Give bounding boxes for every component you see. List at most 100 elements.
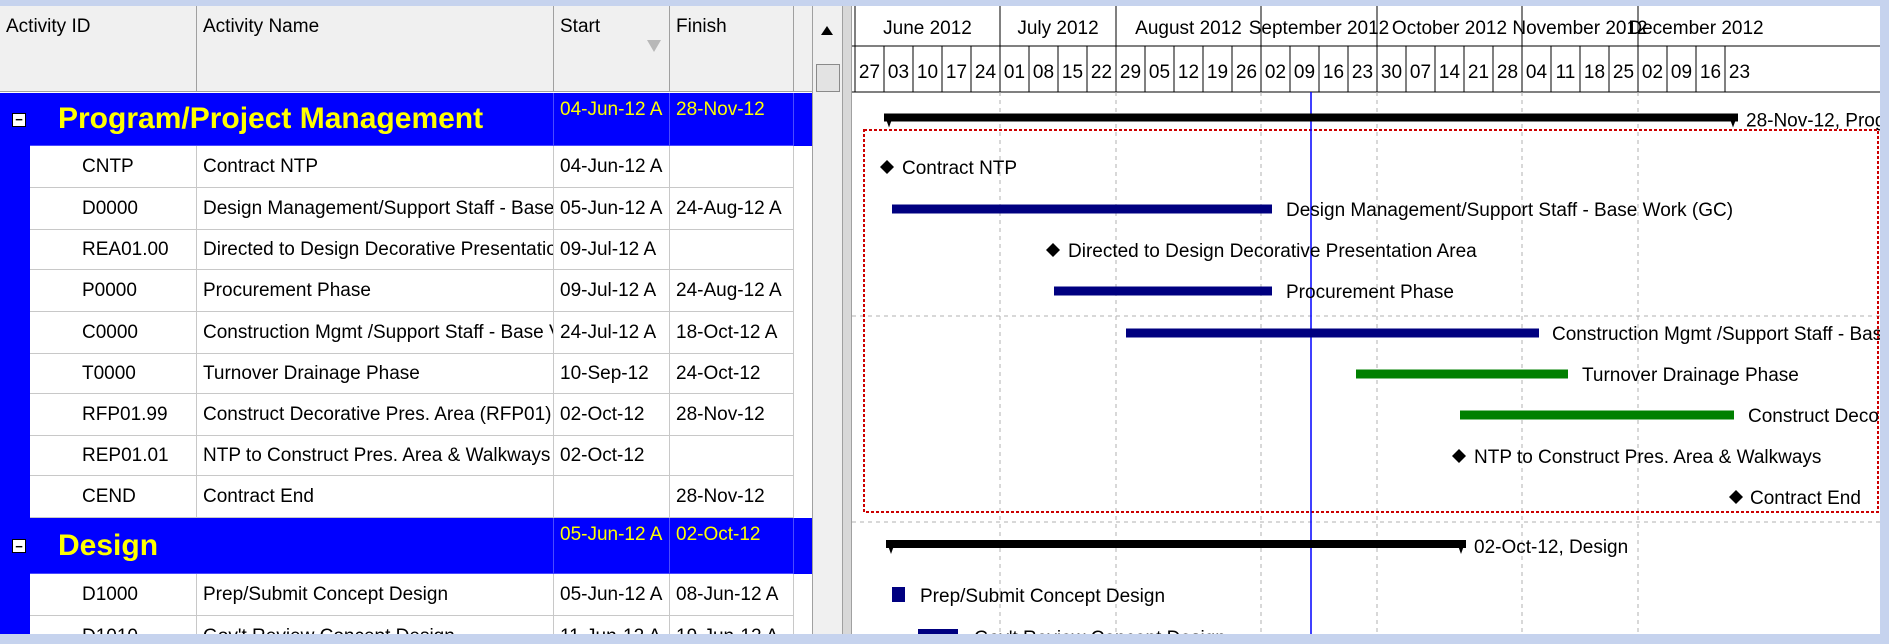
week-label: 09 (1671, 62, 1692, 83)
table-row[interactable]: C0000 Construction Mgmt /Support Staff - … (0, 312, 812, 354)
activity-id-cell: REA01.00 (30, 230, 197, 270)
activity-name-cell: Directed to Design Decorative Presentati… (197, 230, 554, 270)
start-cell: 04-Jun-12 A (554, 146, 670, 188)
start-cell: 05-Jun-12 A (554, 518, 670, 574)
wbs-row[interactable]: − Design 05-Jun-12 A 02-Oct-12 (0, 518, 812, 574)
summary-bar (884, 113, 1738, 122)
table-row[interactable]: CNTP Contract NTP 04-Jun-12 A (0, 146, 812, 188)
wbs-gutter (0, 476, 30, 518)
gantt-bar-label: Prep/Submit Concept Design (920, 586, 1165, 607)
wbs-gutter (0, 354, 30, 394)
scrollbar-thumb[interactable] (816, 64, 840, 92)
gantt-bar-label: Procurement Phase (1286, 282, 1454, 303)
start-cell: 24-Jul-12 A (554, 312, 670, 354)
wbs-name: Program/Project Management (30, 93, 554, 146)
activity-name-cell: Prep/Submit Concept Design (197, 574, 554, 616)
week-label: 17 (946, 62, 967, 83)
activity-bar (1054, 286, 1272, 296)
activity-id-cell: RFP01.99 (30, 394, 197, 436)
finish-cell: 08-Jun-12 A (670, 574, 794, 616)
activity-name-cell: NTP to Construct Pres. Area & Walkways (197, 436, 554, 476)
table-row[interactable]: P0000 Procurement Phase 09-Jul-12 A 24-Aug-… (0, 270, 812, 312)
table-row[interactable]: CEND Contract End 28-Nov-12 (0, 476, 812, 518)
week-label: 27 (859, 62, 880, 83)
wbs-gutter (0, 436, 30, 476)
month-label: September 2012 (1249, 18, 1390, 39)
week-label: 03 (888, 62, 909, 83)
finish-cell: 24-Aug-12 A (670, 270, 794, 312)
activity-bar (1356, 369, 1568, 379)
week-label: 01 (1004, 62, 1025, 83)
activity-bar (892, 204, 1272, 214)
start-cell: 09-Jul-12 A (554, 270, 670, 312)
table-row[interactable]: D1000 Prep/Submit Concept Design 05-Jun-12… (0, 574, 812, 616)
week-label: 22 (1091, 62, 1112, 83)
gantt-bar-label: Design Management/Support Staff - Base W… (1286, 200, 1733, 221)
gantt-bar-label: Contract NTP (902, 158, 1017, 179)
wbs-gutter (0, 574, 30, 616)
start-cell: 05-Jun-12 A (554, 188, 670, 230)
month-label: June 2012 (883, 18, 972, 39)
month-label: July 2012 (1017, 18, 1098, 39)
start-cell: 11-Jun-12 A (554, 616, 670, 634)
collapse-icon[interactable]: − (12, 112, 26, 127)
table-row[interactable]: REA01.00 Directed to Design Decorative Pr… (0, 230, 812, 270)
gantt-bar-label: NTP to Construct Pres. Area & Walkways (1474, 447, 1821, 468)
week-label: 25 (1613, 62, 1634, 83)
summary-bar (886, 540, 1466, 548)
week-label: 07 (1410, 62, 1431, 83)
start-cell: 05-Jun-12 A (554, 574, 670, 616)
vertical-scrollbar[interactable] (812, 6, 842, 634)
activity-name-cell: Gov't Review Concept Design (197, 616, 554, 634)
gantt-bar-label: Contract End (1750, 488, 1861, 509)
wbs-gutter (0, 146, 30, 188)
week-label: 10 (917, 62, 938, 83)
activity-bar (918, 629, 958, 634)
week-label: 24 (975, 62, 997, 83)
column-header-activity-id[interactable]: Activity ID (0, 6, 197, 92)
scroll-up-icon[interactable] (821, 26, 833, 35)
column-header-start[interactable]: Start (554, 6, 670, 92)
week-label: 09 (1294, 62, 1315, 83)
finish-cell: 18-Oct-12 A (670, 312, 794, 354)
table-row[interactable]: RFP01.99 Construct Decorative Pres. Area … (0, 394, 812, 436)
collapse-icon[interactable]: − (12, 539, 26, 553)
gantt-bar-label: Construction Mgmt /Support Staff - Base … (1552, 324, 1880, 345)
week-label: 11 (1556, 62, 1576, 83)
finish-cell (670, 436, 794, 476)
activity-id-cell: CEND (30, 476, 197, 518)
activity-bar (1460, 410, 1734, 420)
activity-name-cell: Construction Mgmt /Support Staff - Base … (197, 312, 554, 354)
week-label: 02 (1642, 62, 1663, 83)
table-row[interactable]: D1010Gov't Review Concept Design11-Jun-1… (0, 616, 812, 634)
pane-splitter[interactable] (842, 6, 852, 634)
week-label: 21 (1468, 62, 1489, 83)
activity-bar (892, 587, 905, 602)
week-label: 04 (1526, 62, 1548, 83)
week-label: 29 (1120, 62, 1141, 83)
activity-name-cell: Contract NTP (197, 146, 554, 188)
activity-id-cell: REP01.01 (30, 436, 197, 476)
activity-id-cell: D1010 (30, 616, 197, 634)
gantt-bar-label: Construct Decorative Pres. Area (1748, 406, 1880, 427)
column-header-finish[interactable]: Finish (670, 6, 794, 92)
start-cell: 09-Jul-12 A (554, 230, 670, 270)
milestone-icon (1452, 449, 1466, 463)
start-cell: 02-Oct-12 (554, 394, 670, 436)
activity-id-cell: C0000 (30, 312, 197, 354)
activity-id-cell: D0000 (30, 188, 197, 230)
table-row[interactable]: T0000 Turnover Drainage Phase 10-Sep-12 24-… (0, 354, 812, 394)
activity-name-cell: Construct Decorative Pres. Area (RFP01) (197, 394, 554, 436)
table-header: Activity ID Activity Name Start Finish (0, 6, 812, 92)
week-label: 15 (1062, 62, 1083, 83)
week-label: 02 (1265, 62, 1286, 83)
table-row[interactable]: REP01.01 NTP to Construct Pres. Area & Wa… (0, 436, 812, 476)
start-cell: 04-Jun-12 A (554, 93, 670, 146)
wbs-row[interactable]: − Program/Project Management 04-Jun-12 A 28… (0, 93, 812, 146)
week-label: 12 (1178, 62, 1199, 83)
month-label: August 2012 (1135, 18, 1242, 39)
table-row[interactable]: D0000 Design Management/Support Staff - B… (0, 188, 812, 230)
week-label: 14 (1439, 62, 1461, 83)
finish-cell: 28-Nov-12 (670, 476, 794, 518)
column-header-activity-name[interactable]: Activity Name (197, 6, 554, 92)
